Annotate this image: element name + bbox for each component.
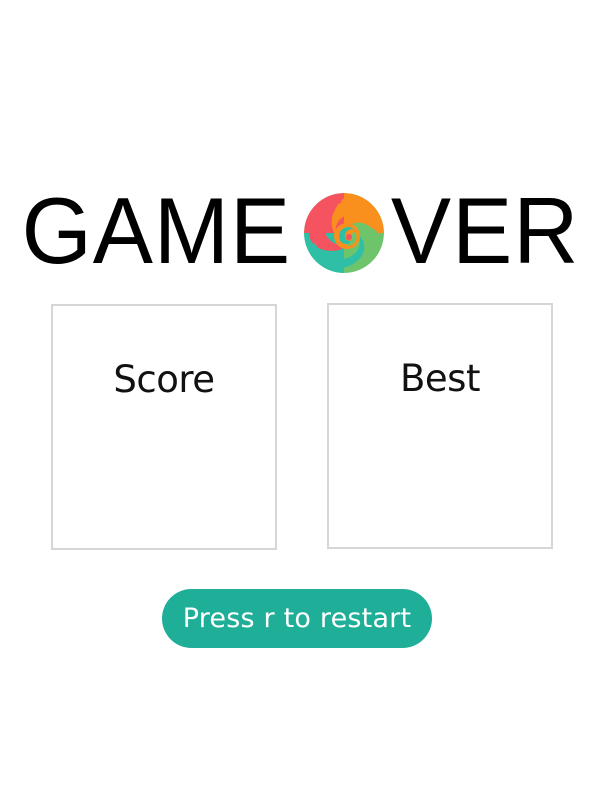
best-label: Best (400, 357, 480, 400)
score-label: Score (113, 358, 215, 401)
title-game-text: GAME (22, 178, 292, 283)
rainbow-swirl-icon (303, 192, 385, 274)
score-panel: Score (51, 304, 277, 550)
title-ver-text: VER (391, 178, 580, 283)
game-over-title: GAME VER (0, 178, 600, 283)
restart-button[interactable]: Press r to restart (162, 589, 432, 648)
game-over-screen: GAME VER Score Best Press r to restart (0, 0, 600, 800)
best-score-panel: Best (327, 303, 553, 549)
